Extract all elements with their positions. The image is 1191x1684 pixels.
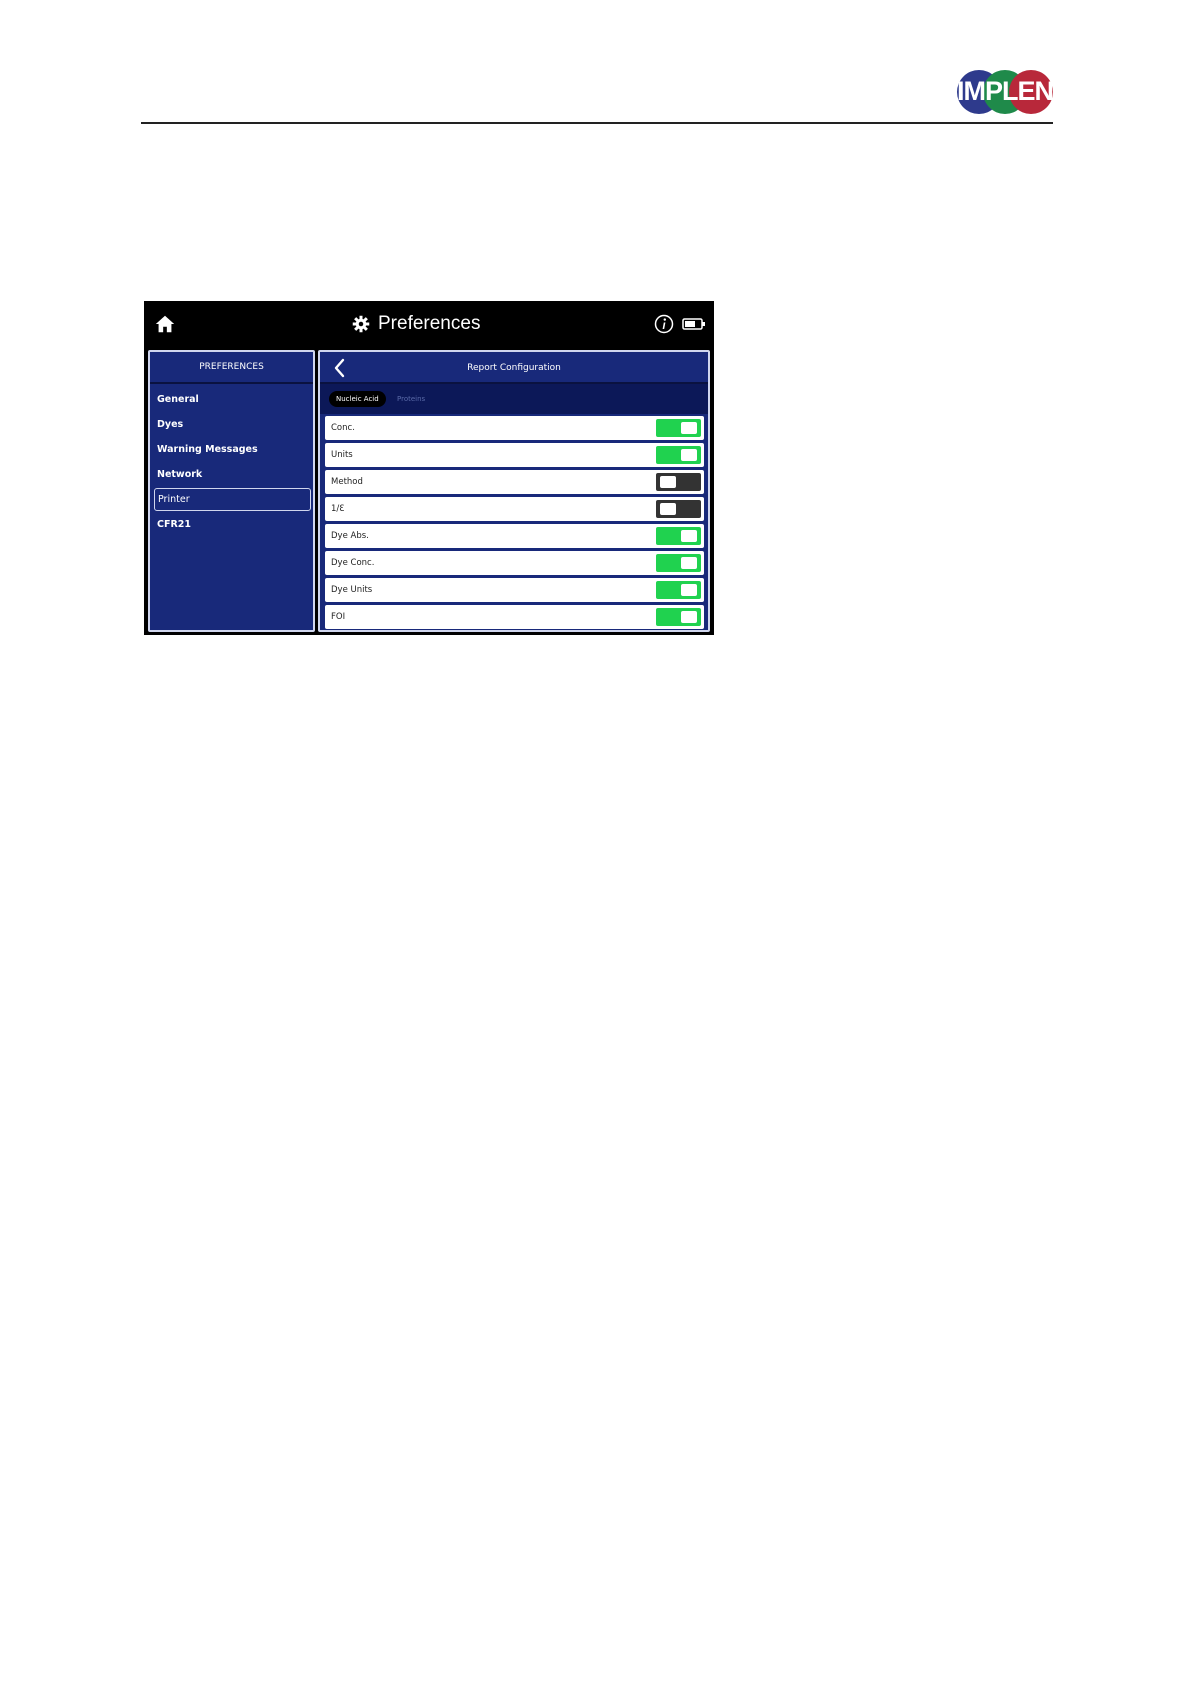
sidebar-heading: PREFERENCES: [150, 352, 313, 384]
setting-row-method: Method: [325, 470, 704, 494]
chevron-left-icon[interactable]: [332, 358, 348, 378]
panel-title: Report Configuration: [467, 363, 561, 373]
tab-proteins[interactable]: Proteins: [390, 391, 432, 407]
toggle-knob: [681, 530, 697, 542]
setting-row-dye-abs: Dye Abs.: [325, 524, 704, 548]
preferences-sidebar: PREFERENCES General Dyes Warning Message…: [148, 350, 315, 632]
setting-label: Dye Units: [331, 585, 373, 595]
sidebar-item-dyes[interactable]: Dyes: [154, 413, 311, 436]
implen-logo: IMPLEN: [957, 70, 1054, 114]
page-title: Preferences: [378, 313, 481, 334]
setting-row-foi: FOI: [325, 605, 704, 629]
top-bar: Preferences: [144, 301, 714, 347]
setting-row-conc: Conc.: [325, 416, 704, 440]
document-header: [141, 64, 1053, 124]
setting-row-units: Units: [325, 443, 704, 467]
setting-row-dye-units: Dye Units: [325, 578, 704, 602]
extinction-toggle[interactable]: [656, 500, 701, 518]
sidebar-item-printer[interactable]: Printer: [154, 488, 311, 511]
setting-row-extinction: 1/Ɛ: [325, 497, 704, 521]
toggle-knob: [681, 584, 697, 596]
sidebar-item-network[interactable]: Network: [154, 463, 311, 486]
toggle-knob: [660, 503, 676, 515]
report-configuration-panel: Report Configuration Nucleic Acid Protei…: [318, 350, 710, 632]
toggle-knob: [681, 422, 697, 434]
setting-row-dye-conc: Dye Conc.: [325, 551, 704, 575]
setting-label: Conc.: [331, 423, 355, 433]
setting-label: Dye Abs.: [331, 531, 369, 541]
tab-nucleic-acid[interactable]: Nucleic Acid: [329, 391, 386, 407]
dye-conc-toggle[interactable]: [656, 554, 701, 572]
toggle-knob: [681, 611, 697, 623]
gear-icon: [352, 315, 370, 333]
method-toggle[interactable]: [656, 473, 701, 491]
home-icon[interactable]: [154, 313, 176, 335]
logo-text: IMPLEN: [957, 76, 1054, 106]
title-group: Preferences: [352, 311, 480, 337]
setting-label: 1/Ɛ: [331, 504, 345, 514]
sidebar-item-warning-messages[interactable]: Warning Messages: [154, 438, 311, 461]
setting-label: Dye Conc.: [331, 558, 375, 568]
panel-header: Report Configuration: [320, 352, 708, 384]
foi-toggle[interactable]: [656, 608, 701, 626]
conc-toggle[interactable]: [656, 419, 701, 437]
setting-label: Units: [331, 450, 353, 460]
toggle-knob: [681, 557, 697, 569]
dye-units-toggle[interactable]: [656, 581, 701, 599]
setting-label: Method: [331, 477, 363, 487]
toggle-knob: [660, 476, 676, 488]
tab-bar: Nucleic Acid Proteins: [320, 384, 708, 414]
device-screenshot: Preferences PREFERENCES General Dyes War…: [144, 301, 714, 635]
setting-label: FOI: [331, 612, 346, 622]
info-icon[interactable]: [654, 314, 674, 334]
dye-abs-toggle[interactable]: [656, 527, 701, 545]
sidebar-item-cfr21[interactable]: CFR21: [154, 513, 311, 536]
header-divider: [141, 122, 1053, 124]
units-toggle[interactable]: [656, 446, 701, 464]
toggle-knob: [681, 449, 697, 461]
sidebar-item-general[interactable]: General: [154, 388, 311, 411]
battery-icon: [682, 318, 705, 330]
